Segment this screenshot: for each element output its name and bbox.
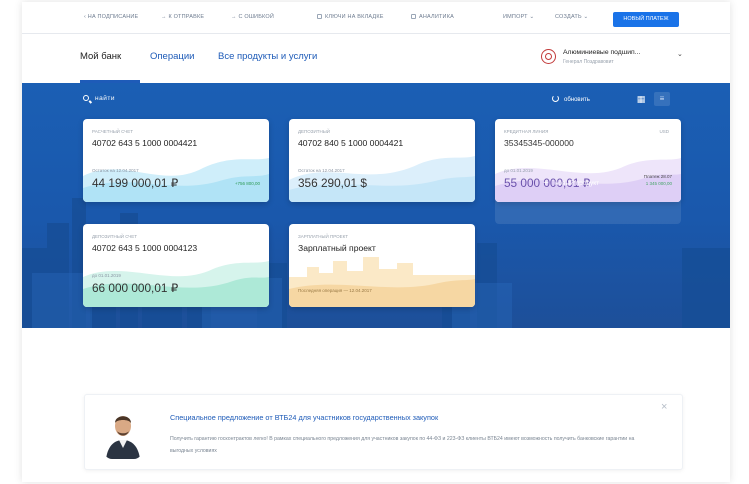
tab-all-products[interactable]: Все продукты и услуги: [218, 51, 317, 62]
app-window: ‹ на подписание → к отправке → с ошибкой…: [22, 2, 730, 482]
new-product-button[interactable]: + новый продукт: [495, 141, 681, 224]
grid-view-toggle[interactable]: ▦: [633, 92, 649, 106]
toolbar-to-send[interactable]: → к отправке: [161, 14, 204, 20]
close-icon[interactable]: ×: [661, 401, 667, 413]
toolbar-create[interactable]: создать ⌄: [555, 14, 588, 20]
account-balance: 44 199 000,01 ₽: [92, 176, 179, 190]
main-nav: Мой банк Операции Все продукты и услуги …: [22, 34, 730, 83]
chevron-down-icon: ⌄: [527, 14, 535, 20]
toolbar-keys[interactable]: ключи на вкладке: [317, 14, 384, 20]
toolbar-import[interactable]: импорт ⌄: [503, 14, 534, 20]
account-balance: 66 000 000,01 ₽: [92, 281, 179, 295]
list-icon: ≡: [659, 94, 665, 103]
account-card[interactable]: расчетный счет 40702 643 5 1000 0004421 …: [83, 119, 269, 202]
refresh-icon: [552, 95, 559, 102]
balance-change: +756 800,00: [234, 181, 260, 186]
refresh-button[interactable]: обновить: [552, 95, 590, 103]
account-number: 40702 840 5 1000 0004421: [298, 138, 404, 148]
company-name[interactable]: Алюминиевые подшип...: [563, 49, 640, 56]
plus-icon: +: [543, 178, 549, 189]
account-number: 40702 643 5 1000 0004421: [92, 138, 198, 148]
company-user: Генерал Поздравовит: [563, 59, 614, 65]
toolbar-analytics[interactable]: аналитика: [411, 14, 454, 20]
consultant-avatar: [104, 404, 142, 459]
chevron-down-icon: ⌄: [581, 14, 589, 20]
tab-my-bank[interactable]: Мой банк: [80, 51, 121, 62]
toolbar-with-error[interactable]: → с ошибкой: [231, 14, 274, 20]
new-payment-button[interactable]: новый платеж: [613, 12, 679, 27]
account-card[interactable]: депозитный 40702 840 5 1000 0004421 Оста…: [289, 119, 475, 202]
search-field[interactable]: найти: [83, 95, 115, 102]
page-gap: [575, 328, 710, 353]
grid-icon: ▦: [636, 94, 646, 104]
promo-title[interactable]: Специальное предложение от ВТБ24 для уча…: [170, 413, 438, 422]
account-number: 40702 643 5 1000 0004123: [92, 243, 198, 253]
account-card[interactable]: депозитный счет 40702 643 5 1000 0004123…: [83, 224, 269, 307]
top-toolbar: ‹ на подписание → к отправке → с ошибкой…: [22, 2, 730, 34]
search-icon: [83, 95, 89, 101]
key-icon: [317, 14, 322, 19]
tab-operations[interactable]: Операции: [150, 51, 194, 62]
list-view-toggle[interactable]: ≡: [654, 92, 670, 106]
card-title: Зарплатный проект: [298, 243, 376, 253]
account-balance: 356 290,01 $: [298, 176, 367, 190]
promo-text: Получить гарантию госконтрактов легко! В…: [170, 436, 635, 454]
toolbar-to-sign[interactable]: ‹ на подписание: [84, 14, 138, 20]
company-avatar[interactable]: [541, 49, 556, 64]
card-wave-decoration: [289, 257, 475, 307]
salary-project-card[interactable]: зарплатный проект Зарплатный проект Посл…: [289, 224, 475, 307]
chevron-down-icon[interactable]: ⌄: [677, 50, 683, 58]
chart-icon: [411, 14, 416, 19]
promo-banner: Специальное предложение от ВТБ24 для уча…: [84, 394, 683, 470]
